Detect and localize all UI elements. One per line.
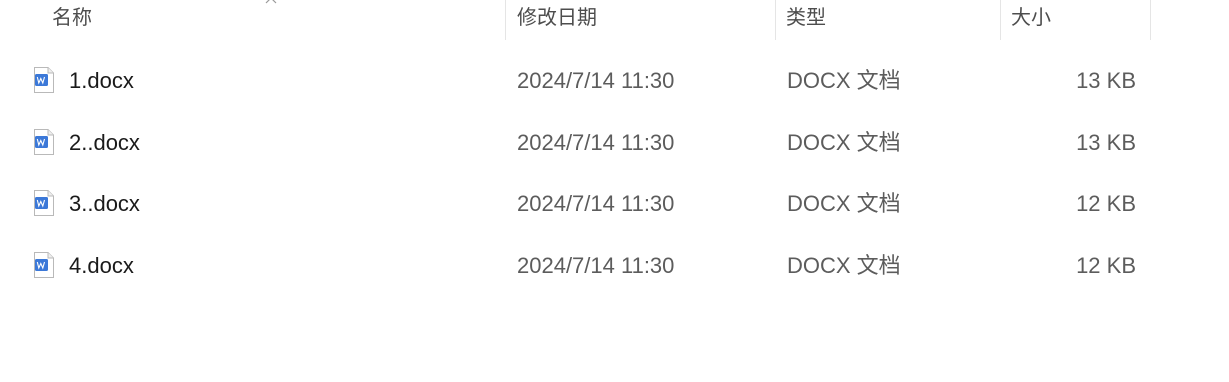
file-row[interactable]: 2..docx 2024/7/14 11:30 DOCX 文档 13 KB <box>0 112 1229 174</box>
file-list-view: 名称 修改日期 类型 大小 1.docx 2024/7/14 11:30 DOC… <box>0 0 1229 382</box>
file-modified: 2024/7/14 11:30 <box>517 191 675 216</box>
file-type: DOCX 文档 <box>787 129 901 155</box>
column-header-type-label: 类型 <box>786 7 826 29</box>
file-name[interactable]: 2..docx <box>69 112 140 174</box>
file-rows: 1.docx 2024/7/14 11:30 DOCX 文档 13 KB 2..… <box>0 50 1229 296</box>
file-row[interactable]: 4.docx 2024/7/14 11:30 DOCX 文档 12 KB <box>0 235 1229 297</box>
file-size: 12 KB <box>1076 252 1136 278</box>
column-header-type[interactable]: 类型 <box>776 0 1001 40</box>
word-document-icon <box>34 67 54 93</box>
column-header-name[interactable]: 名称 <box>0 0 506 40</box>
file-name[interactable]: 3..docx <box>69 173 140 235</box>
file-size: 12 KB <box>1076 191 1136 216</box>
file-row[interactable]: 3..docx 2024/7/14 11:30 DOCX 文档 12 KB <box>0 173 1229 235</box>
file-name[interactable]: 4.docx <box>69 235 134 297</box>
file-size: 13 KB <box>1076 68 1136 93</box>
column-header-row: 名称 修改日期 类型 大小 <box>0 0 1229 40</box>
file-type: DOCX 文档 <box>787 191 901 216</box>
file-modified: 2024/7/14 11:30 <box>517 252 675 278</box>
column-header-modified[interactable]: 修改日期 <box>506 0 776 40</box>
column-header-size-label: 大小 <box>1011 7 1051 29</box>
word-document-icon <box>34 251 54 278</box>
column-header-modified-label: 修改日期 <box>517 7 597 29</box>
file-modified: 2024/7/14 11:30 <box>517 129 675 155</box>
column-header-size[interactable]: 大小 <box>1001 0 1151 40</box>
file-type: DOCX 文档 <box>787 252 901 278</box>
file-row[interactable]: 1.docx 2024/7/14 11:30 DOCX 文档 13 KB <box>0 50 1229 112</box>
file-modified: 2024/7/14 11:30 <box>517 68 675 93</box>
sort-ascending-icon <box>265 0 277 4</box>
file-type: DOCX 文档 <box>787 68 901 93</box>
file-name[interactable]: 1.docx <box>69 50 134 112</box>
word-document-icon <box>34 190 54 216</box>
file-size: 13 KB <box>1076 129 1136 155</box>
column-header-name-label: 名称 <box>52 7 92 29</box>
word-document-icon <box>34 128 54 155</box>
